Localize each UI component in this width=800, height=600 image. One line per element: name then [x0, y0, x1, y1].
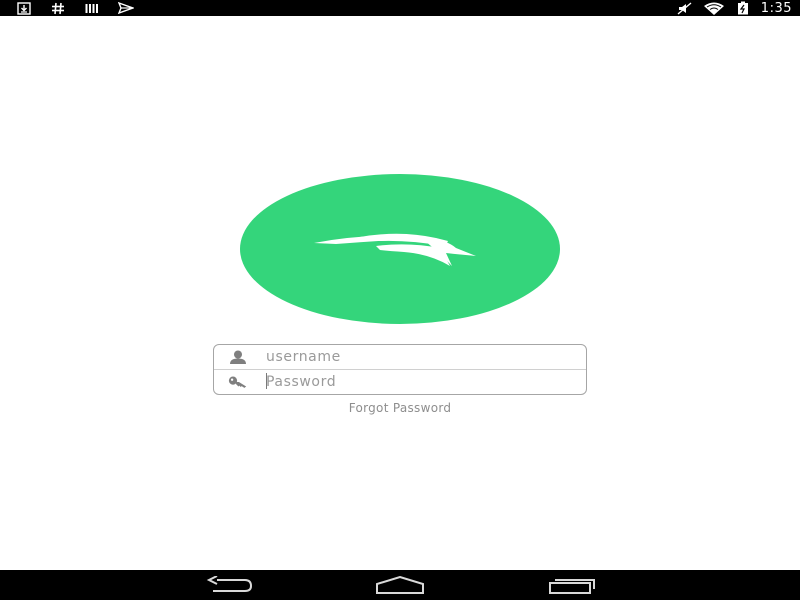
back-button[interactable] — [204, 574, 254, 596]
status-system: 1:35 — [677, 0, 792, 16]
status-bar: 1:35 — [0, 0, 800, 16]
hash-icon — [50, 1, 66, 15]
paper-wing-icon — [314, 233, 476, 266]
username-row — [214, 345, 586, 369]
home-icon — [376, 576, 424, 594]
app-logo — [240, 174, 560, 324]
password-input[interactable] — [266, 372, 566, 392]
send-icon — [118, 1, 134, 15]
recents-button[interactable] — [547, 574, 597, 596]
username-input[interactable] — [266, 347, 566, 367]
signal-bars-icon — [84, 1, 100, 15]
mute-icon — [677, 1, 693, 15]
login-form — [213, 344, 587, 395]
download-icon — [16, 1, 32, 15]
forgot-password-link[interactable]: Forgot Password — [0, 401, 800, 415]
text-cursor — [266, 373, 267, 389]
wifi-icon — [703, 1, 725, 15]
battery-icon — [735, 1, 751, 15]
login-screen: 1:35 username Forgot Password — [0, 0, 800, 600]
password-row — [214, 370, 586, 394]
recents-icon — [549, 579, 595, 594]
navigation-bar — [0, 570, 800, 600]
back-icon — [206, 576, 253, 592]
status-notifications — [16, 0, 134, 16]
user-icon — [228, 348, 248, 366]
home-button[interactable] — [375, 574, 425, 596]
key-icon — [228, 373, 248, 391]
status-time: 1:35 — [760, 0, 792, 16]
